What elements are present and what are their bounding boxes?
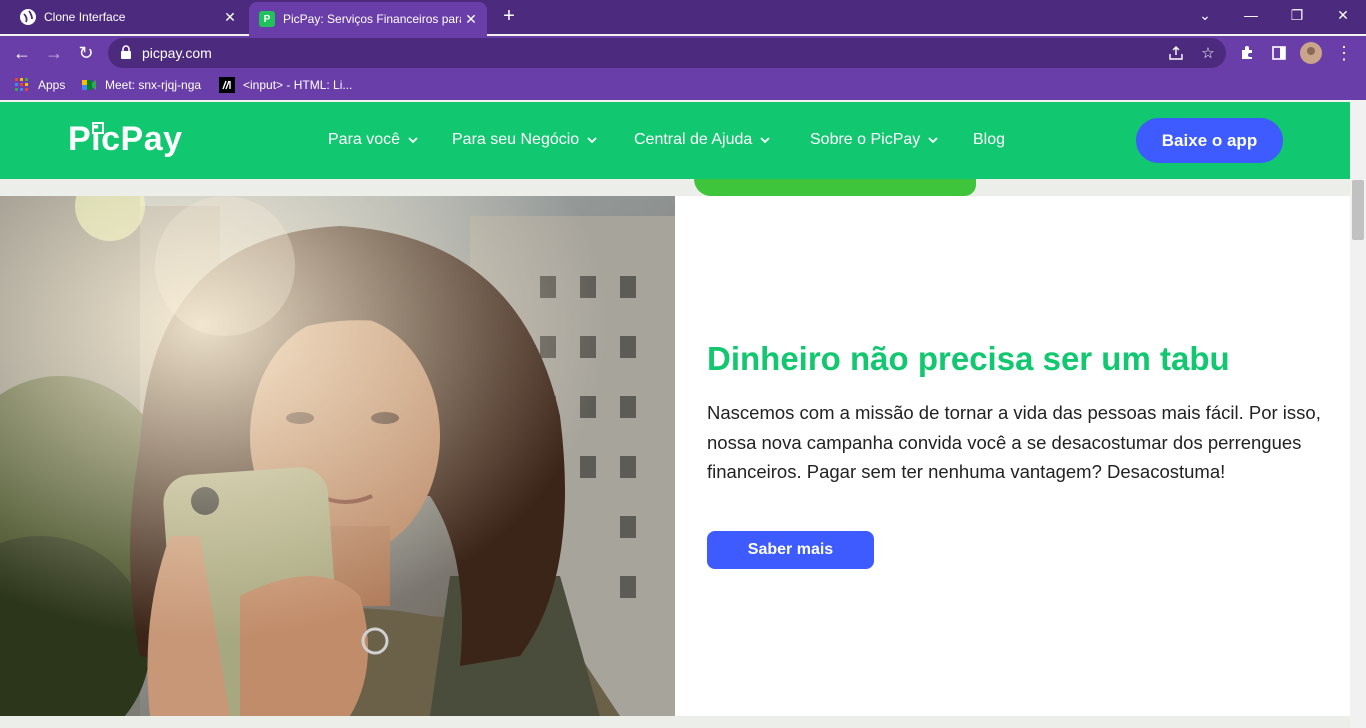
url-text: picpay.com xyxy=(142,45,212,61)
nav-label: Central de Ajuda xyxy=(634,131,753,148)
mdn-icon xyxy=(219,77,235,93)
decorative-green-shape xyxy=(694,179,976,196)
chevron-down-icon xyxy=(928,137,938,144)
tab-clone-interface[interactable]: Clone Interface ✕ xyxy=(0,0,246,34)
extensions-icon[interactable] xyxy=(1234,40,1260,66)
nav-label: Sobre o PicPay xyxy=(810,131,921,148)
bookmarks-bar: Apps Meet: snx-rjqj-nga <input> - HTML: … xyxy=(0,70,1366,100)
bookmark-star-icon[interactable]: ☆ xyxy=(1197,42,1219,64)
bookmark-meet[interactable]: Meet: snx-rjqj-nga xyxy=(81,76,201,94)
bookmark-apps[interactable]: Apps xyxy=(14,76,65,94)
nav-label: Para você xyxy=(328,131,401,148)
tab-picpay[interactable]: P PicPay: Serviços Financeiros para ✕ xyxy=(249,2,487,36)
section-divider-bottom xyxy=(0,716,1350,728)
logo-text: PicPay xyxy=(68,120,183,158)
browser-tab-strip: Clone Interface ✕ P PicPay: Serviços Fin… xyxy=(0,0,1366,36)
back-icon[interactable]: ← xyxy=(9,40,35,66)
chevron-down-icon xyxy=(760,137,770,144)
nav-sobre-o-picpay[interactable]: Sobre o PicPay xyxy=(810,131,938,149)
logo-square-mark xyxy=(92,122,104,134)
chevron-down-icon xyxy=(408,137,418,144)
new-tab-button[interactable]: + xyxy=(498,6,520,28)
tab-close-icon[interactable]: ✕ xyxy=(220,9,240,26)
download-app-button[interactable]: Baixe o app xyxy=(1136,118,1283,163)
nav-blog[interactable]: Blog xyxy=(973,131,1005,149)
picpay-logo[interactable]: PicPay xyxy=(68,120,183,159)
tab-title: PicPay: Serviços Financeiros para xyxy=(283,12,461,26)
chevron-down-icon xyxy=(587,137,597,144)
browser-toolbar: ← → ↻ picpay.com ☆ ⋮ xyxy=(0,36,1366,70)
section-divider xyxy=(0,179,1350,196)
hero-headline: Dinheiro não precisa ser um tabu xyxy=(707,340,1230,377)
globe-icon xyxy=(20,9,36,25)
meet-icon xyxy=(81,77,97,93)
profile-avatar[interactable] xyxy=(1298,40,1324,66)
hero-content-card: Dinheiro não precisa ser um tabu Nascemo… xyxy=(675,196,1350,716)
side-panel-icon[interactable] xyxy=(1266,40,1292,66)
bookmark-mdn[interactable]: <input> - HTML: Li... xyxy=(219,76,352,94)
hero-photo xyxy=(0,196,675,716)
window-close-icon[interactable]: ✕ xyxy=(1320,0,1366,30)
nav-label: Blog xyxy=(973,131,1006,148)
nav-para-voce[interactable]: Para você xyxy=(328,131,418,149)
tab-close-icon[interactable]: ✕ xyxy=(461,11,481,28)
site-header: PicPay Para você Para seu Negócio Centra… xyxy=(0,102,1350,179)
minimize-icon[interactable]: — xyxy=(1228,0,1274,30)
bookmark-label: Apps xyxy=(38,78,66,92)
forward-icon[interactable]: → xyxy=(41,40,67,66)
nav-label: Para seu Negócio xyxy=(452,131,580,148)
picpay-favicon: P xyxy=(259,11,275,27)
hero-body-text: Nascemos com a missão de tornar a vida d… xyxy=(707,402,1321,482)
scrollbar-thumb[interactable] xyxy=(1352,180,1364,240)
address-bar[interactable]: picpay.com ☆ xyxy=(108,38,1226,68)
page-scrollbar[interactable] xyxy=(1350,102,1366,728)
lock-icon xyxy=(120,45,132,59)
nav-para-seu-negocio[interactable]: Para seu Negócio xyxy=(452,131,597,149)
share-icon[interactable] xyxy=(1165,42,1187,64)
apps-grid-icon xyxy=(14,77,30,93)
restore-icon[interactable]: ❐ xyxy=(1274,0,1320,30)
nav-central-de-ajuda[interactable]: Central de Ajuda xyxy=(634,131,770,149)
bookmark-label: Meet: snx-rjqj-nga xyxy=(105,78,202,92)
tab-title: Clone Interface xyxy=(44,10,126,24)
browser-menu-icon[interactable]: ⋮ xyxy=(1331,40,1357,66)
tab-search-icon[interactable]: ⌄ xyxy=(1182,0,1228,30)
learn-more-button[interactable]: Saber mais xyxy=(707,531,874,569)
reload-icon[interactable]: ↻ xyxy=(73,40,99,66)
bookmark-label: <input> - HTML: Li... xyxy=(243,78,353,92)
